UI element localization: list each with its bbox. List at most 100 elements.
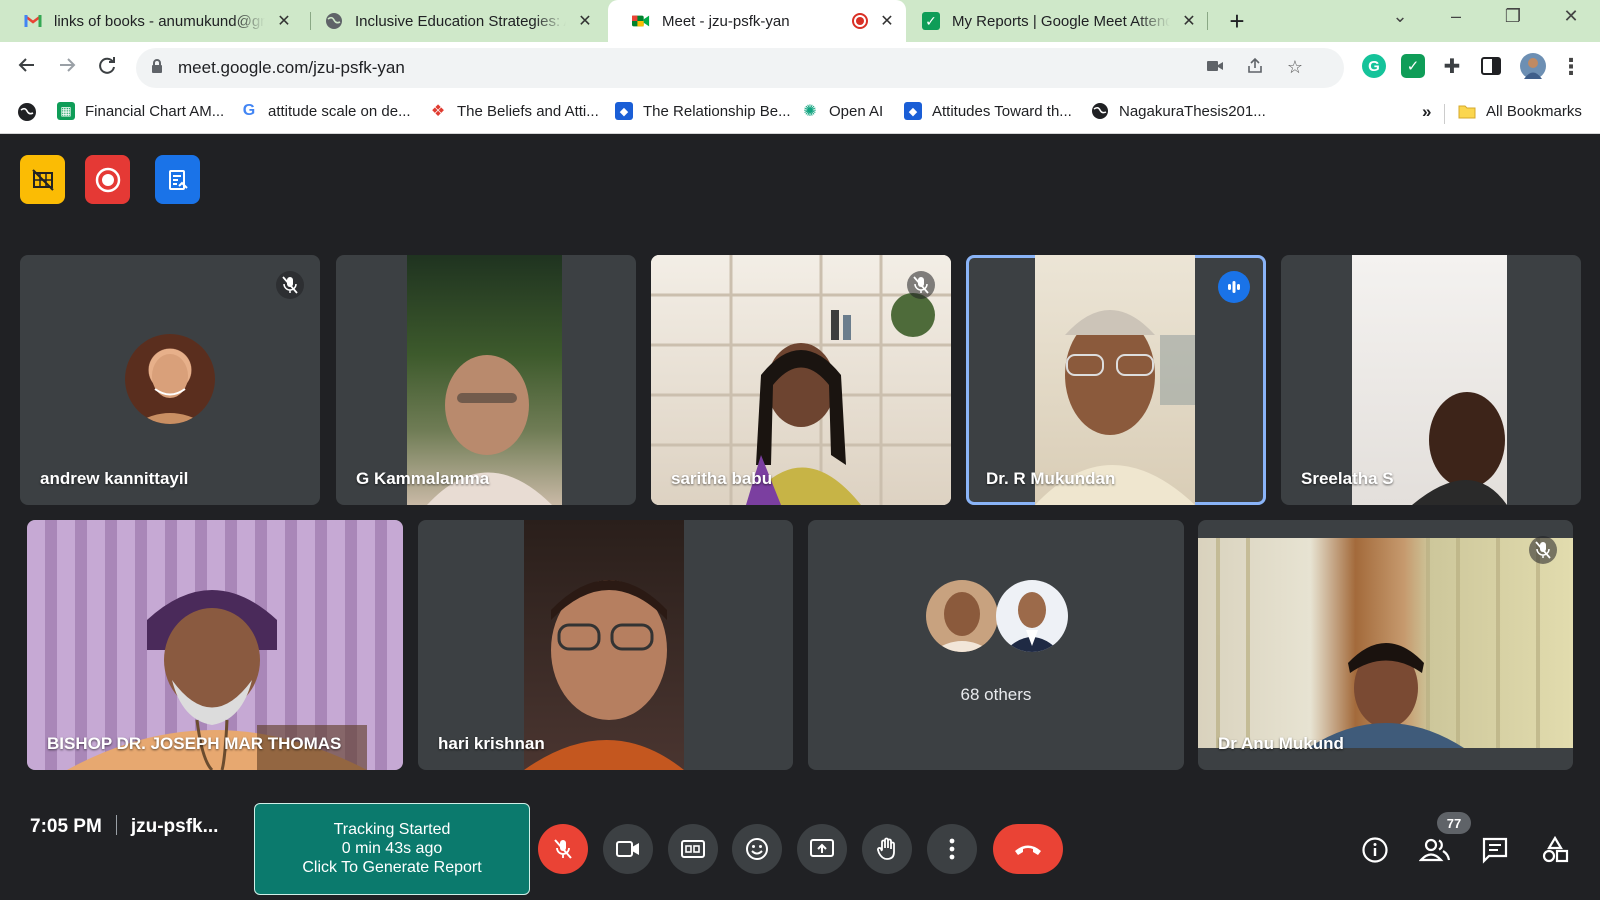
- checkmark-icon: ✓: [922, 12, 940, 30]
- participant-tile-sreelatha[interactable]: Sreelatha S: [1281, 255, 1581, 505]
- hide-tiles-button[interactable]: [20, 155, 65, 204]
- more-vert-icon: [949, 838, 955, 860]
- address-bar[interactable]: meet.google.com/jzu-psfk-yan ☆: [136, 48, 1344, 88]
- google-meet-icon: [632, 12, 650, 30]
- reactions-button[interactable]: [732, 824, 782, 874]
- bookmark-star-icon[interactable]: ☆: [1282, 57, 1308, 78]
- bookmark-attitudes-toward[interactable]: ◆ Attitudes Toward th...: [904, 102, 1072, 120]
- reload-icon[interactable]: [92, 54, 122, 82]
- raise-hand-button[interactable]: [862, 824, 912, 874]
- participant-name: G Kammalamma: [356, 469, 490, 488]
- dropbox-icon: ◆: [904, 102, 922, 120]
- activities-button[interactable]: [1539, 834, 1571, 866]
- bookmark-label: NagakuraThesis201...: [1119, 102, 1266, 120]
- grammarly-icon[interactable]: G: [1362, 54, 1386, 78]
- participant-name: Dr Anu Mukund: [1218, 734, 1344, 753]
- minimize-button[interactable]: –: [1441, 6, 1471, 27]
- bookmark-beliefs-attitudes[interactable]: ❖ The Beliefs and Atti...: [429, 102, 599, 121]
- profile-avatar[interactable]: [1520, 53, 1546, 79]
- camera-toggle-button[interactable]: [603, 824, 653, 874]
- tab-meet[interactable]: Meet - jzu-psfk-yan ✕: [608, 0, 906, 42]
- bookmark-financial-chart[interactable]: ▦ Financial Chart AM...: [57, 102, 224, 120]
- captions-button[interactable]: [668, 824, 718, 874]
- globe-icon: [1091, 102, 1109, 120]
- tab-title: Meet - jzu-psfk-yan: [662, 12, 790, 30]
- mic-off-icon: [554, 839, 572, 859]
- bookmark-label: The Beliefs and Atti...: [457, 102, 599, 120]
- bookmark-relationship[interactable]: ◆ The Relationship Be...: [615, 102, 791, 120]
- tracker-elapsed: 0 min 43s ago: [341, 840, 443, 857]
- gmail-icon: [24, 12, 42, 30]
- bookmark-open-ai[interactable]: ✺ Open AI: [801, 102, 883, 121]
- participant-tile-andrew[interactable]: andrew kannittayil: [20, 255, 320, 505]
- globe-icon: [325, 12, 343, 30]
- more-options-button[interactable]: [927, 824, 977, 874]
- tab-inclusive-education[interactable]: Inclusive Education Strategies: A ✕: [301, 0, 604, 42]
- attendance-extension-icon[interactable]: ✓: [1401, 54, 1425, 78]
- tab-my-reports[interactable]: ✓ My Reports | Google Meet Attendance ✕: [898, 0, 1208, 42]
- report-icon: [168, 169, 188, 190]
- close-icon[interactable]: ✕: [275, 11, 293, 31]
- close-window-button[interactable]: ✕: [1556, 6, 1586, 27]
- forward-icon[interactable]: [52, 54, 82, 82]
- meeting-code: jzu-psfk...: [130, 816, 219, 837]
- clock-time: 7:05 PM: [30, 816, 102, 837]
- tab-title: My Reports | Google Meet Attendance: [952, 12, 1170, 30]
- end-call-icon: [1015, 845, 1041, 855]
- bookmarks-bar: ▦ Financial Chart AM... G attitude scale…: [0, 94, 1600, 134]
- microphone-toggle-button[interactable]: [538, 824, 588, 874]
- participant-tile-hari[interactable]: hari krishnan: [418, 520, 793, 770]
- share-icon[interactable]: [1242, 57, 1268, 80]
- info-icon: [1362, 837, 1388, 863]
- all-bookmarks-folder[interactable]: All Bookmarks: [1458, 102, 1582, 120]
- back-icon[interactable]: [12, 54, 42, 82]
- present-screen-button[interactable]: [797, 824, 847, 874]
- record-icon: [95, 167, 120, 192]
- attendance-tracker-button[interactable]: Tracking Started 0 min 43s ago Click To …: [254, 803, 530, 895]
- participant-tile-bishop[interactable]: BISHOP DR. JOSEPH MAR THOMAS: [27, 520, 403, 770]
- others-count-label: 68 others: [960, 685, 1032, 704]
- tab-search-icon[interactable]: ⌄: [1385, 6, 1415, 27]
- bookmark-attitude-scale[interactable]: G attitude scale on de...: [240, 102, 411, 120]
- bookmark-label: attitude scale on de...: [268, 102, 411, 120]
- bookmark-label: Financial Chart AM...: [85, 102, 225, 120]
- bookmark-label: Attitudes Toward th...: [932, 102, 1072, 120]
- bookmarks-overflow-button[interactable]: »: [1422, 102, 1431, 122]
- lock-icon[interactable]: [150, 58, 164, 78]
- bookmark-nagakura-thesis[interactable]: NagakuraThesis201...: [1091, 102, 1266, 120]
- extensions-puzzle-icon[interactable]: ✚: [1440, 54, 1464, 78]
- meeting-info: 7:05 PM jzu-psfk...: [30, 815, 218, 838]
- restore-button[interactable]: ❐: [1498, 6, 1528, 27]
- raise-hand-icon: [877, 837, 895, 860]
- recording-button[interactable]: [85, 155, 130, 204]
- participant-tile-mukundan[interactable]: Dr. R Mukundan: [966, 255, 1266, 505]
- others-tile[interactable]: 68 others: [808, 520, 1184, 770]
- new-tab-button[interactable]: +: [1222, 6, 1252, 37]
- chat-button[interactable]: [1479, 834, 1511, 866]
- globe-icon[interactable]: [17, 102, 37, 122]
- dropbox-icon: ◆: [615, 102, 633, 120]
- participant-tile-saritha[interactable]: saritha babu: [651, 255, 951, 505]
- participant-tile-anu[interactable]: Dr Anu Mukund: [1198, 520, 1573, 770]
- google-icon: G: [242, 102, 256, 119]
- participant-name: Sreelatha S: [1301, 469, 1394, 488]
- meeting-details-button[interactable]: [1359, 834, 1391, 866]
- participant-name: andrew kannittayil: [40, 469, 189, 488]
- attendance-report-button[interactable]: [155, 155, 200, 204]
- close-icon[interactable]: ✕: [576, 11, 594, 31]
- browser-menu-icon[interactable]: ⋮: [1556, 54, 1586, 80]
- leave-call-button[interactable]: [993, 824, 1063, 874]
- researchgate-icon: ❖: [430, 103, 446, 120]
- camera-in-use-icon[interactable]: [1202, 57, 1228, 78]
- close-icon[interactable]: ✕: [878, 11, 896, 31]
- speaking-indicator-icon: [1218, 271, 1250, 303]
- people-button[interactable]: [1419, 834, 1451, 866]
- side-panel-icon[interactable]: [1479, 54, 1503, 78]
- sheets-icon: ▦: [57, 102, 75, 120]
- avatar: [125, 334, 215, 424]
- tab-gmail[interactable]: links of books - anumukund@gmail.com ✕: [0, 0, 303, 42]
- participant-video: [1035, 255, 1195, 505]
- close-icon[interactable]: ✕: [1180, 11, 1198, 31]
- participant-tile-kammalamma[interactable]: G Kammalamma: [336, 255, 636, 505]
- emoji-icon: [746, 838, 768, 860]
